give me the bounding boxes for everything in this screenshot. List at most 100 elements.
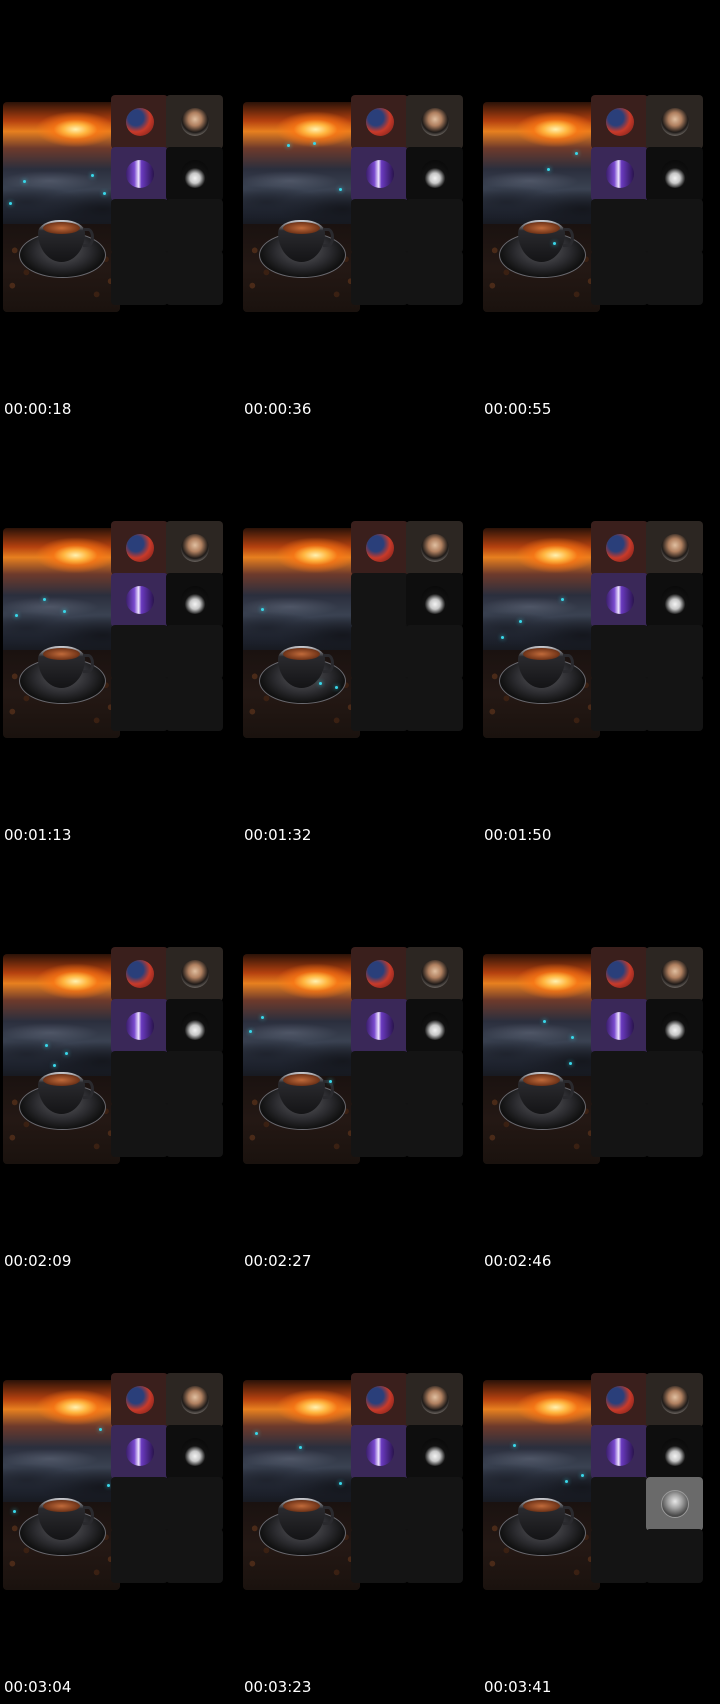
frame-timestamp: 00:03:04 [4,1678,72,1696]
avatar-dark-figure-icon [420,1438,449,1466]
avatar-red-hair-icon [365,108,394,136]
frame-timestamp: 00:00:36 [244,400,312,418]
avatar-dark-figure-icon [660,160,689,188]
participant-tile [591,999,648,1053]
avatar-dark-figure-icon [420,1012,449,1040]
avatar-dark-figure-icon [660,586,689,614]
participant-tile [166,1373,223,1427]
avatar-dark-figure-icon [180,1438,209,1466]
avatar-red-hair-icon [365,1386,394,1414]
empty-participant-tile [351,199,408,253]
video-frame: 00:01:32 [240,426,480,852]
coffee-cup-sunset-image [243,1380,360,1590]
frame-timestamp: 00:03:23 [244,1678,312,1696]
video-frame: 00:02:27 [240,852,480,1278]
coffee-cup-sunset-image [3,102,120,312]
participant-tile [646,521,703,575]
avatar-purple-light-icon [365,1012,394,1040]
video-frame: 00:02:46 [480,852,720,1278]
participant-tile [111,999,168,1053]
avatar-red-hair-icon [605,534,634,562]
empty-participant-tile [111,625,168,679]
participant-tile [406,147,463,201]
participant-tile [166,947,223,1001]
empty-participant-tile [406,199,463,253]
empty-participant-tile [166,1051,223,1105]
empty-participant-tile [166,1529,223,1583]
avatar-grey-portrait-icon [660,1490,689,1518]
participant-tile [591,1425,648,1479]
participant-tile [351,95,408,149]
participant-tile [646,1373,703,1427]
participant-tile [591,95,648,149]
video-frame: 00:01:13 [0,426,240,852]
avatar-red-hair-icon [125,960,154,988]
avatar-dark-figure-icon [420,160,449,188]
avatar-red-hair-icon [605,960,634,988]
coffee-cup-sunset-image [243,528,360,738]
participant-tile [351,147,408,201]
participant-tile [351,521,408,575]
avatar-man-icon [180,1386,209,1414]
empty-participant-tile [351,1529,408,1583]
participant-tile [166,573,223,627]
empty-participant-tile [591,677,648,731]
video-frame: 00:00:18 [0,0,240,426]
avatar-red-hair-icon [365,960,394,988]
empty-participant-tile [646,625,703,679]
frame-timestamp: 00:03:41 [484,1678,552,1696]
empty-participant-tile [351,1103,408,1157]
empty-participant-tile [646,199,703,253]
empty-participant-tile [111,677,168,731]
participant-tile [166,1425,223,1479]
avatar-purple-light-icon [125,586,154,614]
empty-participant-tile [406,1477,463,1531]
video-frame: 00:03:41 [480,1278,720,1704]
coffee-cup-sunset-image [483,102,600,312]
empty-participant-tile [591,1103,648,1157]
avatar-dark-figure-icon [180,586,209,614]
coffee-cup-sunset-image [483,1380,600,1590]
participant-tile [166,95,223,149]
participant-tile [166,147,223,201]
participant-tile [406,947,463,1001]
avatar-purple-light-icon [365,160,394,188]
empty-participant-tile [111,199,168,253]
participant-tile [111,573,168,627]
empty-participant-tile [591,251,648,305]
empty-participant-tile [351,573,408,627]
participant-tile [646,1477,703,1531]
participant-tile [646,1425,703,1479]
coffee-cup-sunset-image [483,528,600,738]
participant-tile [646,947,703,1001]
empty-participant-tile [646,251,703,305]
empty-participant-tile [111,1529,168,1583]
coffee-cup-sunset-image [243,102,360,312]
empty-participant-tile [646,1051,703,1105]
participant-tile [591,947,648,1001]
participant-tile [646,95,703,149]
avatar-purple-light-icon [605,1438,634,1466]
participant-tile [351,1373,408,1427]
empty-participant-tile [351,1051,408,1105]
participant-tile [111,521,168,575]
coffee-cup-sunset-image [3,528,120,738]
avatar-purple-light-icon [125,160,154,188]
empty-participant-tile [646,677,703,731]
frame-timestamp: 00:02:46 [484,1252,552,1270]
empty-participant-tile [406,625,463,679]
participant-tile [646,573,703,627]
avatar-dark-figure-icon [660,1012,689,1040]
participant-tile [406,521,463,575]
video-frame: 00:02:09 [0,852,240,1278]
avatar-man-icon [420,1386,449,1414]
avatar-red-hair-icon [365,534,394,562]
empty-participant-tile [406,1051,463,1105]
avatar-red-hair-icon [125,534,154,562]
participant-tile [166,521,223,575]
avatar-purple-light-icon [605,586,634,614]
avatar-man-icon [420,960,449,988]
empty-participant-tile [166,677,223,731]
avatar-man-icon [180,960,209,988]
frame-timestamp: 00:01:13 [4,826,72,844]
